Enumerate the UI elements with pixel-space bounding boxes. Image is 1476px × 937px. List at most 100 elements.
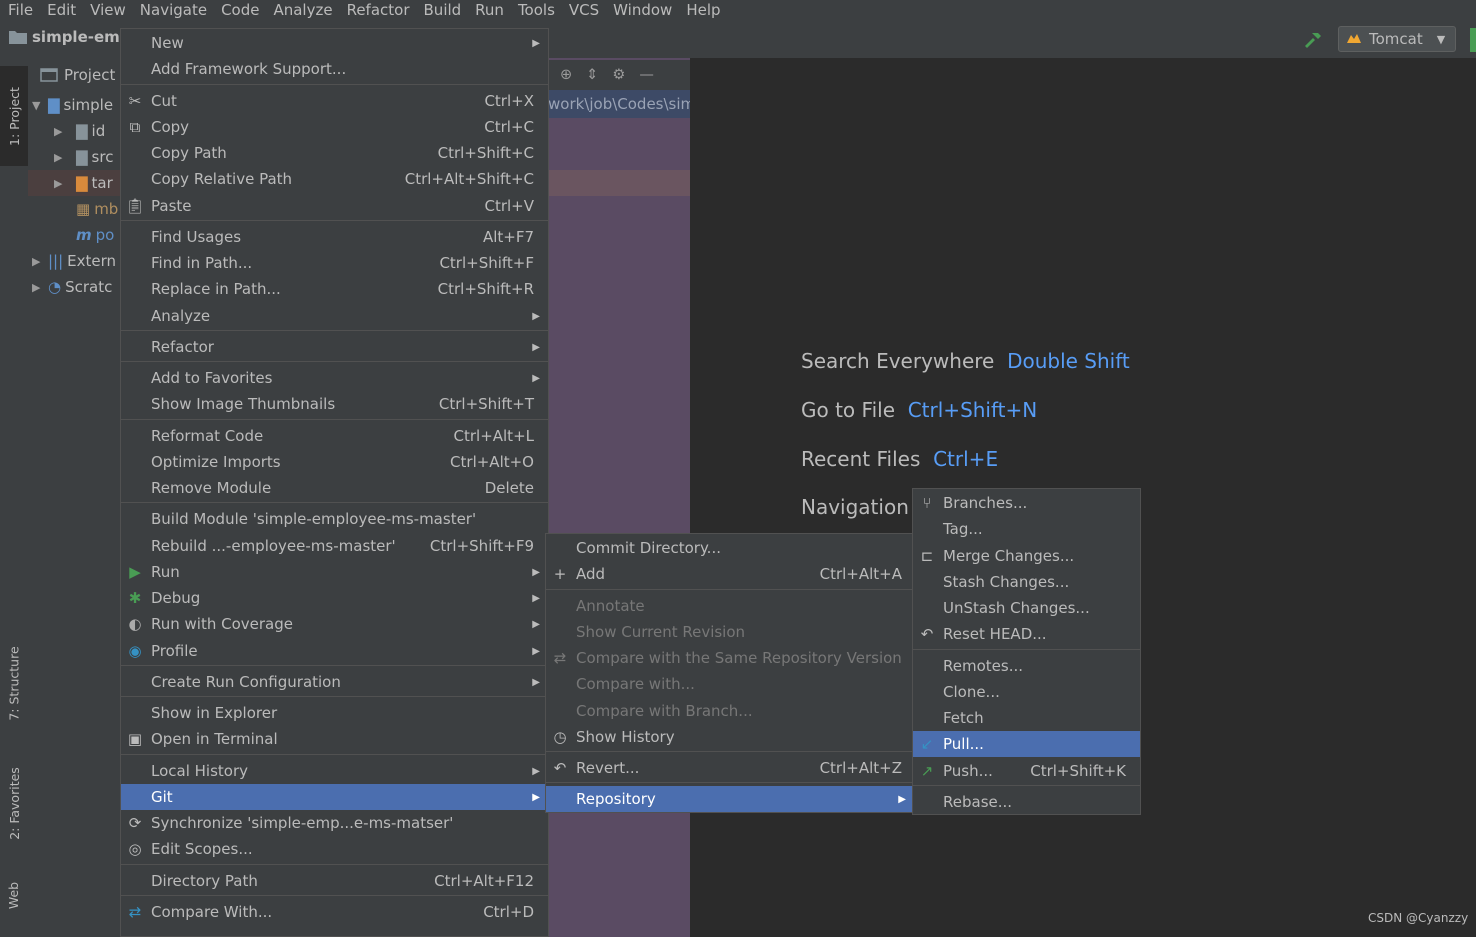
- menu-item-directory-path[interactable]: Directory Path Ctrl+Alt+F12: [121, 868, 548, 894]
- git-item-repository[interactable]: Repository ▶: [546, 786, 912, 812]
- locate-icon[interactable]: ⊕: [560, 67, 572, 83]
- separator: [121, 419, 548, 420]
- menu-item-find-in-path[interactable]: Find in Path... Ctrl+Shift+F: [121, 250, 548, 276]
- menu-item-git[interactable]: Git ▶: [121, 784, 548, 810]
- menu-analyze[interactable]: Analyze: [266, 1, 339, 19]
- tab-web[interactable]: Web: [0, 870, 28, 920]
- tree-row[interactable]: ▼ ▇ simple: [28, 92, 124, 118]
- push-icon: ↗: [920, 762, 934, 780]
- git-item-commit-directory[interactable]: Commit Directory...: [546, 535, 912, 561]
- repo-item-clone[interactable]: Clone...: [913, 679, 1140, 705]
- git-item-annotate[interactable]: Annotate: [546, 593, 912, 619]
- chevron-right-icon: ▶: [54, 176, 63, 190]
- menu-help[interactable]: Help: [679, 1, 727, 19]
- menu-item-rebuild[interactable]: Rebuild ...-employee-ms-master' Ctrl+Shif…: [121, 533, 548, 559]
- tree-row[interactable]: ▶ ◔ Scratc: [28, 274, 124, 300]
- run-icon[interactable]: [1470, 28, 1476, 52]
- repo-item-push[interactable]: ↗ Push... Ctrl+Shift+K: [913, 758, 1140, 784]
- project-panel-header[interactable]: Project: [28, 60, 120, 90]
- git-item-compare-same-repo-version[interactable]: ⇄ Compare with the Same Repository Versio…: [546, 645, 912, 671]
- menu-item-replace-in-path[interactable]: Replace in Path... Ctrl+Shift+R: [121, 276, 548, 302]
- menu-item-cut[interactable]: ✂ Cut Ctrl+X: [121, 88, 548, 114]
- menu-code[interactable]: Code: [214, 1, 266, 19]
- menu-item-paste[interactable]: 📋︎ Paste Ctrl+V: [121, 193, 548, 219]
- chevron-right-icon: ▶: [32, 280, 41, 294]
- breadcrumb-project[interactable]: simple-emp: [32, 28, 131, 46]
- menu-edit[interactable]: Edit: [40, 1, 83, 19]
- menu-item-open-in-terminal[interactable]: ▣ Open in Terminal: [121, 726, 548, 752]
- git-item-add[interactable]: + Add Ctrl+Alt+A: [546, 561, 912, 587]
- git-item-show-current-revision[interactable]: Show Current Revision: [546, 619, 912, 645]
- menu-refactor[interactable]: Refactor: [340, 1, 417, 19]
- menu-item-add-to-favorites[interactable]: Add to Favorites ▶: [121, 365, 548, 391]
- repo-item-pull[interactable]: ↙ Pull...: [913, 731, 1140, 757]
- tab-project[interactable]: 1: Project: [0, 66, 28, 166]
- paste-icon: 📋︎: [125, 197, 145, 215]
- git-item-compare-with[interactable]: Compare with...: [546, 671, 912, 697]
- repo-item-rebase[interactable]: Rebase...: [913, 789, 1140, 815]
- menu-item-copy[interactable]: ⧉ Copy Ctrl+C: [121, 114, 548, 140]
- minimize-icon[interactable]: —: [639, 67, 654, 83]
- git-item-show-history[interactable]: ◷ Show History: [546, 724, 912, 750]
- menu-item-profile[interactable]: ◉ Profile ▶: [121, 638, 548, 664]
- chevron-right-icon: ▶: [532, 645, 540, 657]
- repository-submenu: ⑂ Branches... Tag... ⊏ Merge Changes... St…: [912, 488, 1141, 815]
- chevron-right-icon: ▶: [532, 765, 540, 777]
- menu-item-build-module[interactable]: Build Module 'simple-employee-ms-master': [121, 506, 548, 532]
- repo-item-unstash-changes[interactable]: UnStash Changes...: [913, 595, 1140, 621]
- breadcrumb[interactable]: simple-emp: [8, 28, 131, 46]
- chevron-right-icon: ▶: [532, 791, 540, 803]
- build-hammer-icon[interactable]: [1302, 29, 1324, 51]
- menu-tools[interactable]: Tools: [511, 1, 562, 19]
- menu-vcs[interactable]: VCS: [562, 1, 606, 19]
- menu-build[interactable]: Build: [417, 1, 469, 19]
- collapse-icon[interactable]: ⇕: [586, 67, 598, 83]
- menu-item-edit-scopes[interactable]: ◎ Edit Scopes...: [121, 836, 548, 862]
- chevron-right-icon: ▶: [532, 566, 540, 578]
- path-label: work\job\Codes\sim: [548, 90, 690, 118]
- menu-item-synchronize[interactable]: ⟳ Synchronize 'simple-emp...e-ms-matser': [121, 810, 548, 836]
- menu-item-run-with-coverage[interactable]: ◐ Run with Coverage ▶: [121, 611, 548, 637]
- repo-item-merge-changes[interactable]: ⊏ Merge Changes...: [913, 543, 1140, 569]
- repo-item-fetch[interactable]: Fetch: [913, 705, 1140, 731]
- menu-item-reformat-code[interactable]: Reformat Code Ctrl+Alt+L: [121, 423, 548, 449]
- chevron-right-icon: ▶: [32, 254, 41, 268]
- menu-run[interactable]: Run: [468, 1, 511, 19]
- repo-item-stash-changes[interactable]: Stash Changes...: [913, 569, 1140, 595]
- menu-item-optimize-imports[interactable]: Optimize Imports Ctrl+Alt+O: [121, 449, 548, 475]
- menu-navigate[interactable]: Navigate: [133, 1, 214, 19]
- menu-view[interactable]: View: [83, 1, 133, 19]
- tree-row[interactable]: ▶ ||| Extern: [28, 248, 124, 274]
- compare-icon: ⇄: [128, 903, 142, 921]
- menu-item-show-in-explorer[interactable]: Show in Explorer: [121, 700, 548, 726]
- repo-item-branches[interactable]: ⑂ Branches...: [913, 490, 1140, 516]
- menu-item-remove-module[interactable]: Remove Module Delete: [121, 475, 548, 501]
- menu-item-local-history[interactable]: Local History ▶: [121, 758, 548, 784]
- tab-favorites[interactable]: 2: Favorites: [0, 758, 28, 848]
- chevron-right-icon: ▶: [532, 592, 540, 604]
- menu-item-add-framework[interactable]: Add Framework Support...: [121, 56, 548, 82]
- hint-recent-files: Recent Files Ctrl+E: [801, 447, 999, 471]
- repo-item-remotes[interactable]: Remotes...: [913, 653, 1140, 679]
- git-item-compare-with-branch[interactable]: Compare with Branch...: [546, 698, 912, 724]
- repo-item-reset-head[interactable]: ↶ Reset HEAD...: [913, 621, 1140, 647]
- menu-item-copy-relative-path[interactable]: Copy Relative Path Ctrl+Alt+Shift+C: [121, 166, 548, 192]
- menu-window[interactable]: Window: [606, 1, 679, 19]
- sync-icon: ⟳: [128, 814, 142, 832]
- git-item-revert[interactable]: ↶ Revert... Ctrl+Alt+Z: [546, 755, 912, 781]
- menu-item-create-run-configuration[interactable]: Create Run Configuration ▶: [121, 669, 548, 695]
- menu-item-copy-path[interactable]: Copy Path Ctrl+Shift+C: [121, 140, 548, 166]
- gear-icon[interactable]: ⚙: [612, 67, 625, 83]
- menu-item-show-image-thumbnails[interactable]: Show Image Thumbnails Ctrl+Shift+T: [121, 391, 548, 417]
- menu-item-run[interactable]: ▶ Run ▶: [121, 559, 548, 585]
- menu-item-compare-with[interactable]: ⇄ Compare With... Ctrl+D: [121, 899, 548, 925]
- tab-structure[interactable]: 7: Structure: [0, 628, 28, 738]
- menu-item-refactor[interactable]: Refactor ▶: [121, 334, 548, 360]
- menu-item-analyze[interactable]: Analyze ▶: [121, 303, 548, 329]
- menu-item-find-usages[interactable]: Find Usages Alt+F7: [121, 224, 548, 250]
- run-config-select[interactable]: Tomcat ▼: [1338, 26, 1456, 52]
- menu-item-new[interactable]: New ▶: [121, 30, 548, 56]
- repo-item-tag[interactable]: Tag...: [913, 516, 1140, 542]
- menu-item-debug[interactable]: ✱ Debug ▶: [121, 585, 548, 611]
- menu-file[interactable]: File: [0, 1, 40, 19]
